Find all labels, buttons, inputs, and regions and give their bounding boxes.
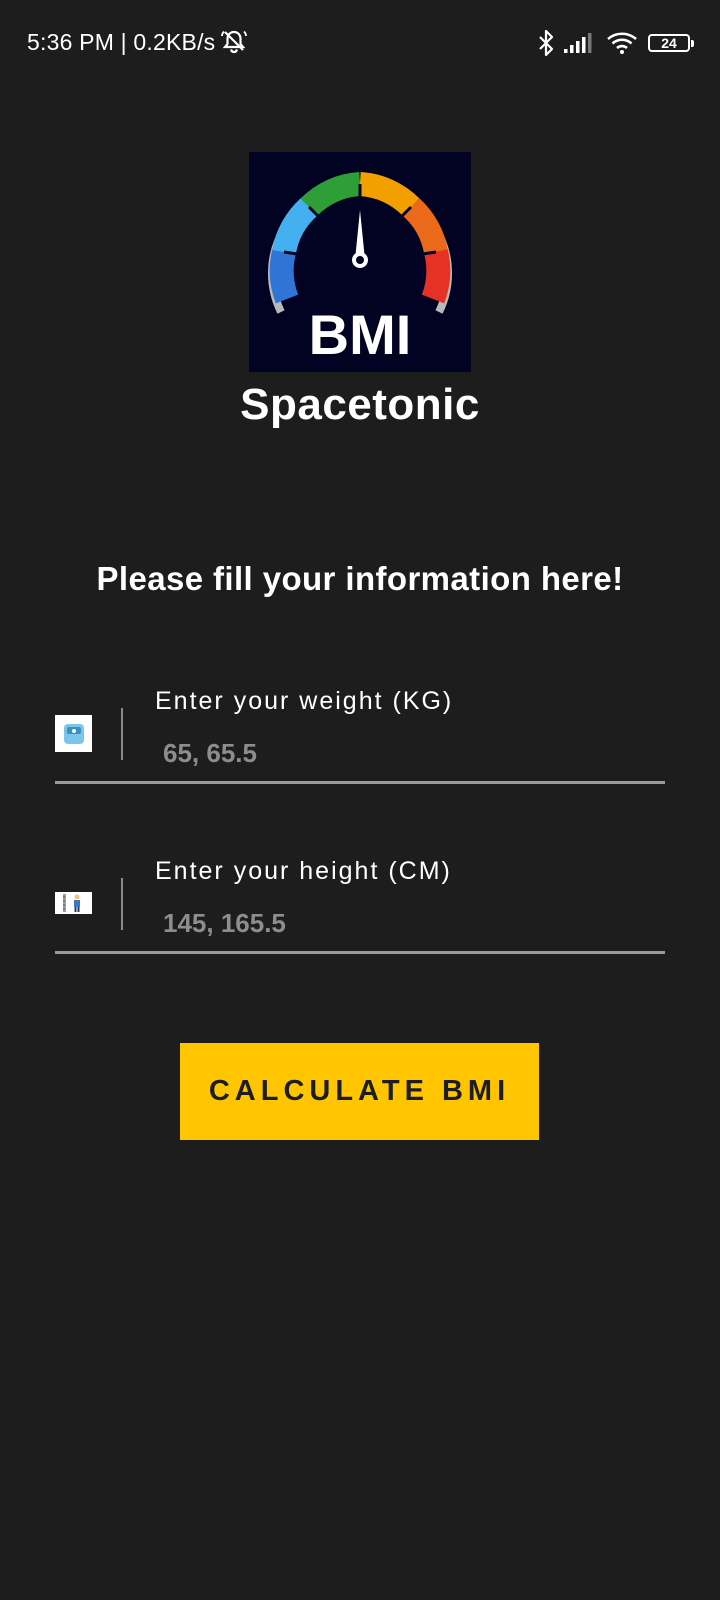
weight-input[interactable]	[163, 733, 643, 773]
field-divider	[121, 878, 123, 930]
app-name: Spacetonic	[240, 380, 480, 429]
bluetooth-icon	[539, 29, 554, 57]
gauge-segment-3	[300, 172, 362, 216]
weight-field: Enter your weight (KG)	[55, 675, 665, 785]
gauge-segment-6	[421, 249, 451, 304]
battery-icon: 24	[648, 34, 694, 52]
gauge-segment-1	[269, 249, 299, 304]
gauge-segment-4	[358, 172, 420, 216]
height-measure-icon	[55, 892, 92, 914]
form-prompt: Please fill your information here!	[96, 560, 624, 597]
status-right: 24	[528, 28, 694, 58]
scale-icon	[55, 715, 92, 752]
bell-muted-icon	[221, 30, 248, 54]
height-field: Enter your height (CM)	[55, 845, 665, 955]
gauge-segment-5	[402, 198, 448, 255]
field-divider	[121, 708, 123, 760]
wifi-icon	[607, 32, 637, 54]
battery-level: 24	[661, 35, 677, 51]
status-left: 5:36 PM | 0.2KB/s	[27, 28, 248, 56]
app-logo: BMI	[249, 152, 471, 372]
bmi-gauge-logo: BMI	[268, 172, 452, 366]
gauge-segment-2	[272, 198, 318, 255]
weight-label: Enter your weight (KG)	[155, 687, 454, 715]
height-input[interactable]	[163, 903, 643, 943]
height-underline	[55, 951, 665, 954]
weight-underline	[55, 781, 665, 784]
signal-icon	[564, 33, 592, 53]
status-bar: 5:36 PM | 0.2KB/s 24	[0, 0, 720, 90]
height-label: Enter your height (CM)	[155, 857, 452, 885]
calculate-bmi-button[interactable]: CALCULATE BMI	[180, 1043, 539, 1140]
status-time-speed: 5:36 PM | 0.2KB/s	[27, 28, 216, 55]
logo-text: BMI	[309, 303, 412, 366]
